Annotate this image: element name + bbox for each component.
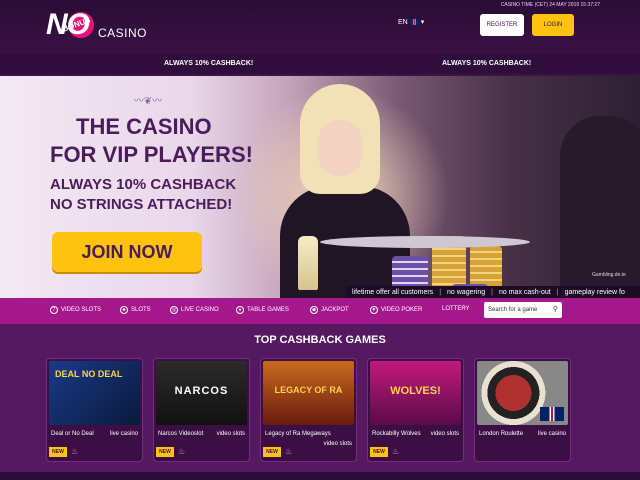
flame-icon: ♨ [178, 447, 186, 456]
ticker-separator: | [556, 288, 559, 296]
cards-icon: ♠ [236, 306, 244, 314]
seven-seven-icon: 7 [50, 306, 58, 314]
language-code: EN [398, 18, 408, 26]
thumbnail-title: NARCOS [174, 385, 229, 397]
game-card-legacy-of-ra[interactable]: LEGACY OF RA Legacy of Ra Megaways video… [260, 358, 357, 462]
ticker-item: gameplay review fo [564, 288, 625, 296]
flame-icon: ♨ [71, 447, 79, 456]
nav-label: VIDEO SLOTS [61, 307, 102, 313]
game-type: video slots [323, 441, 352, 447]
champagne-glass-icon [298, 236, 318, 290]
game-card-narcos[interactable]: NARCOS Narcos Videoslot video slots NEW … [153, 358, 250, 462]
cashback-strip: ALWAYS 10% CASHBACK! ALWAYS 10% CASHBACK… [0, 54, 640, 74]
game-thumbnail [477, 361, 568, 425]
caret-down-icon: ▾ [420, 19, 425, 26]
watermark-text: Gambling.de.te [592, 272, 626, 278]
game-name: Legacy of Ra Megaways [265, 431, 331, 437]
search-icon[interactable]: ⚲ [553, 305, 558, 313]
nav-item-video-poker[interactable]: ♥ VIDEO POKER [370, 306, 422, 314]
ornament-swirl-icon: 〰❦〰 [133, 96, 163, 107]
join-now-button[interactable]: JOIN NOW [52, 232, 202, 272]
casino-time: CASINO TIME (CET) 24 MAY 2019 15:37:27 [500, 2, 600, 8]
game-thumbnail: NARCOS [156, 361, 247, 425]
game-card-deal-or-no-deal[interactable]: DEAL NO DEAL Deal or No Deal live casino… [46, 358, 143, 462]
logo[interactable]: NO BONUS CASINO [46, 6, 148, 46]
hero-man-figure [560, 116, 640, 298]
nav-item-live-casino[interactable]: ◎ LIVE CASINO [170, 306, 219, 314]
game-thumbnail: DEAL NO DEAL [49, 361, 140, 425]
flame-icon: ♨ [392, 447, 400, 456]
thumbnail-title: DEAL NO DEAL [55, 369, 123, 379]
benefits-ticker: lifetime offer all customers | no wageri… [346, 286, 640, 298]
nav-label: LIVE CASINO [181, 307, 219, 313]
game-card-rockabilly-wolves[interactable]: WOLVES! Rockabilly Wolves video slots NE… [367, 358, 464, 462]
game-thumbnail: LEGACY OF RA [263, 361, 354, 425]
nav-label: JACKPOT [321, 307, 349, 313]
game-name: London Roulette [479, 431, 524, 437]
hero-subtitle-line2: NO STRINGS ATTACHED! [50, 196, 233, 213]
heart-icon: ♥ [370, 306, 378, 314]
header: NO BONUS CASINO CASINO TIME (CET) 24 MAY… [0, 0, 640, 54]
nav-label: LOTTERY [442, 306, 470, 312]
nav-label: VIDEO POKER [381, 307, 423, 313]
search-placeholder: Search for a game [488, 307, 538, 313]
ticker-separator: | [439, 288, 442, 296]
nav-item-table-games[interactable]: ♠ TABLE GAMES [236, 306, 289, 314]
nav-label: SLOTS [131, 307, 151, 313]
game-card-london-roulette[interactable]: London Roulette live casino [474, 358, 571, 462]
game-type: video slots [216, 431, 245, 437]
new-badge: NEW [49, 447, 67, 457]
nav-label: TABLE GAMES [247, 307, 289, 313]
logo-word: CASINO [98, 26, 148, 40]
cashback-text-left: ALWAYS 10% CASHBACK! [164, 60, 254, 67]
cashback-text-right: ALWAYS 10% CASHBACK! [442, 60, 532, 67]
game-name: Deal or No Deal [51, 431, 94, 437]
thumbnail-title: WOLVES! [390, 385, 441, 397]
game-type: video slots [430, 431, 459, 437]
language-selector[interactable]: EN ▾ [398, 18, 425, 27]
nav-item-slots[interactable]: ♣ SLOTS [120, 306, 151, 314]
nav-item-jackpot[interactable]: ◆ JACKPOT [310, 306, 349, 314]
flame-icon: ♨ [285, 447, 293, 456]
game-type: live casino [109, 431, 138, 437]
ticker-item: no wagering [447, 288, 486, 296]
silver-tray [320, 236, 530, 248]
ticker-item: no max cash-out [498, 288, 551, 296]
nav-item-video-slots[interactable]: 7 VIDEO SLOTS [50, 306, 101, 314]
game-thumbnail: WOLVES! [370, 361, 461, 425]
register-button[interactable]: REGISTER [480, 14, 524, 36]
section-title: TOP CASHBACK GAMES [254, 334, 386, 346]
ticker-item: lifetime offer all customers [352, 288, 434, 296]
nav-item-lottery[interactable]: LOTTERY [442, 306, 470, 312]
new-badge: NEW [156, 447, 174, 457]
hero-woman-face [318, 120, 362, 176]
game-search-input[interactable]: Search for a game ⚲ [484, 302, 562, 318]
login-button[interactable]: LOGIN [532, 14, 574, 36]
hero-banner: 〰❦〰 THE CASINO FOR VIP PLAYERS! ALWAYS 1… [0, 76, 640, 298]
hero-subtitle-line1: ALWAYS 10% CASHBACK [50, 176, 237, 193]
diamond-icon: ◆ [310, 306, 318, 314]
cherry-icon: ♣ [120, 306, 128, 314]
hero-title-line2: FOR VIP PLAYERS! [50, 142, 253, 167]
game-name: Rockabilly Wolves [372, 431, 421, 437]
roulette-icon: ◎ [170, 306, 178, 314]
thumbnail-title: LEGACY OF RA [274, 385, 343, 395]
game-type: live casino [537, 431, 566, 437]
uk-flag-icon [540, 407, 564, 421]
game-name: Narcos Videoslot [158, 431, 204, 437]
new-badge: NEW [370, 447, 388, 457]
footer-strip [0, 472, 640, 480]
ticker-separator: | [491, 288, 493, 296]
new-badge: NEW [263, 447, 281, 457]
hero-title-line1: THE CASINO [76, 114, 212, 139]
uk-flag-icon [409, 19, 419, 25]
